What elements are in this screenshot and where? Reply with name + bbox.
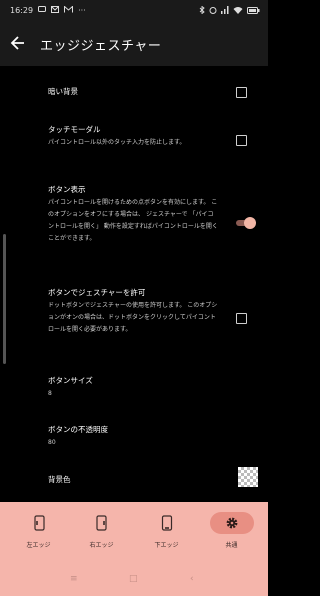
mail-icon [51,6,60,15]
bottom-navigation: 左エッジ 右エッジ 下エッジ 共通 [0,502,268,566]
tab-right-edge[interactable]: 右エッジ [68,512,135,560]
setting-title: 暗い背景 [48,87,78,96]
more-icon: ··· [78,5,86,15]
alarm-icon [209,6,217,16]
setting-title: ボタンサイズ [48,376,93,385]
home-icon[interactable]: □ [129,574,138,584]
tab-left-edge[interactable]: 左エッジ [5,512,72,560]
tab-label: 共通 [225,542,238,549]
clock: 16:29 [10,6,34,15]
page-title: エッジジェスチャー [40,39,162,54]
show-button-toggle[interactable] [236,217,256,229]
bluetooth-icon [199,5,205,16]
setting-button-opacity[interactable]: ボタンの不透明度 80 [48,424,218,449]
gear-icon [209,512,254,534]
bottom-edge-icon [145,512,189,534]
status-bar: 16:29 ··· [0,0,268,22]
recents-icon[interactable]: ≡ [70,574,78,584]
setting-button-gesture[interactable]: ボタンでジェスチャーを許可 ドットボタンでジェスチャーの使用を許可します。 この… [48,287,218,336]
setting-title: 背景色 [48,475,71,484]
setting-description: パイコントロールを開けるための点ボタンを有効にします。 このオプションをオフにす… [48,199,218,242]
gmail-icon [64,5,74,15]
setting-description: ドットボタンでジェスチャーの使用を許可します。 このオプションがオンの場合は、ド… [48,302,218,333]
right-edge-icon [80,512,124,534]
tab-common[interactable]: 共通 [198,512,265,560]
left-edge-icon [17,512,61,534]
tab-label: 右エッジ [89,542,114,549]
back-arrow-icon[interactable] [10,34,26,52]
setting-title: ボタンでジェスチャーを許可 [48,288,146,297]
setting-background-color[interactable]: 背景色 [48,474,218,485]
setting-value: 8 [48,390,52,397]
setting-title: ボタンの不透明度 [48,425,108,434]
setting-value: 80 [48,439,56,446]
background-color-swatch[interactable] [238,467,258,487]
back-nav-icon[interactable]: ‹ [190,574,194,584]
touch-modal-checkbox[interactable] [236,135,247,146]
scrollbar[interactable] [3,234,6,364]
setting-title: ボタン表示 [48,185,86,194]
signal-icon [221,6,229,16]
setting-button-size[interactable]: ボタンサイズ 8 [48,375,218,400]
system-nav-bar: ≡ □ ‹ [0,566,268,596]
setting-title: タッチモーダル [48,125,101,134]
tab-label: 左エッジ [26,542,51,549]
sms-icon [38,6,47,15]
tab-bottom-edge[interactable]: 下エッジ [133,512,200,560]
setting-show-button[interactable]: ボタン表示 パイコントロールを開けるための点ボタンを有効にします。 このオプショ… [48,184,218,245]
dim-background-checkbox[interactable] [236,87,247,98]
wifi-icon [233,6,243,16]
setting-touch-modal[interactable]: タッチモーダル パイコントロール以外のタッチ入力を防止します。 [48,124,218,149]
battery-icon [247,6,260,16]
button-gesture-checkbox[interactable] [236,313,247,324]
app-bar: エッジジェスチャー [0,22,268,66]
tab-label: 下エッジ [154,542,179,549]
setting-dim-background[interactable]: 暗い背景 [48,86,218,97]
toggle-thumb [244,217,256,229]
setting-description: パイコントロール以外のタッチ入力を防止します。 [48,139,186,146]
